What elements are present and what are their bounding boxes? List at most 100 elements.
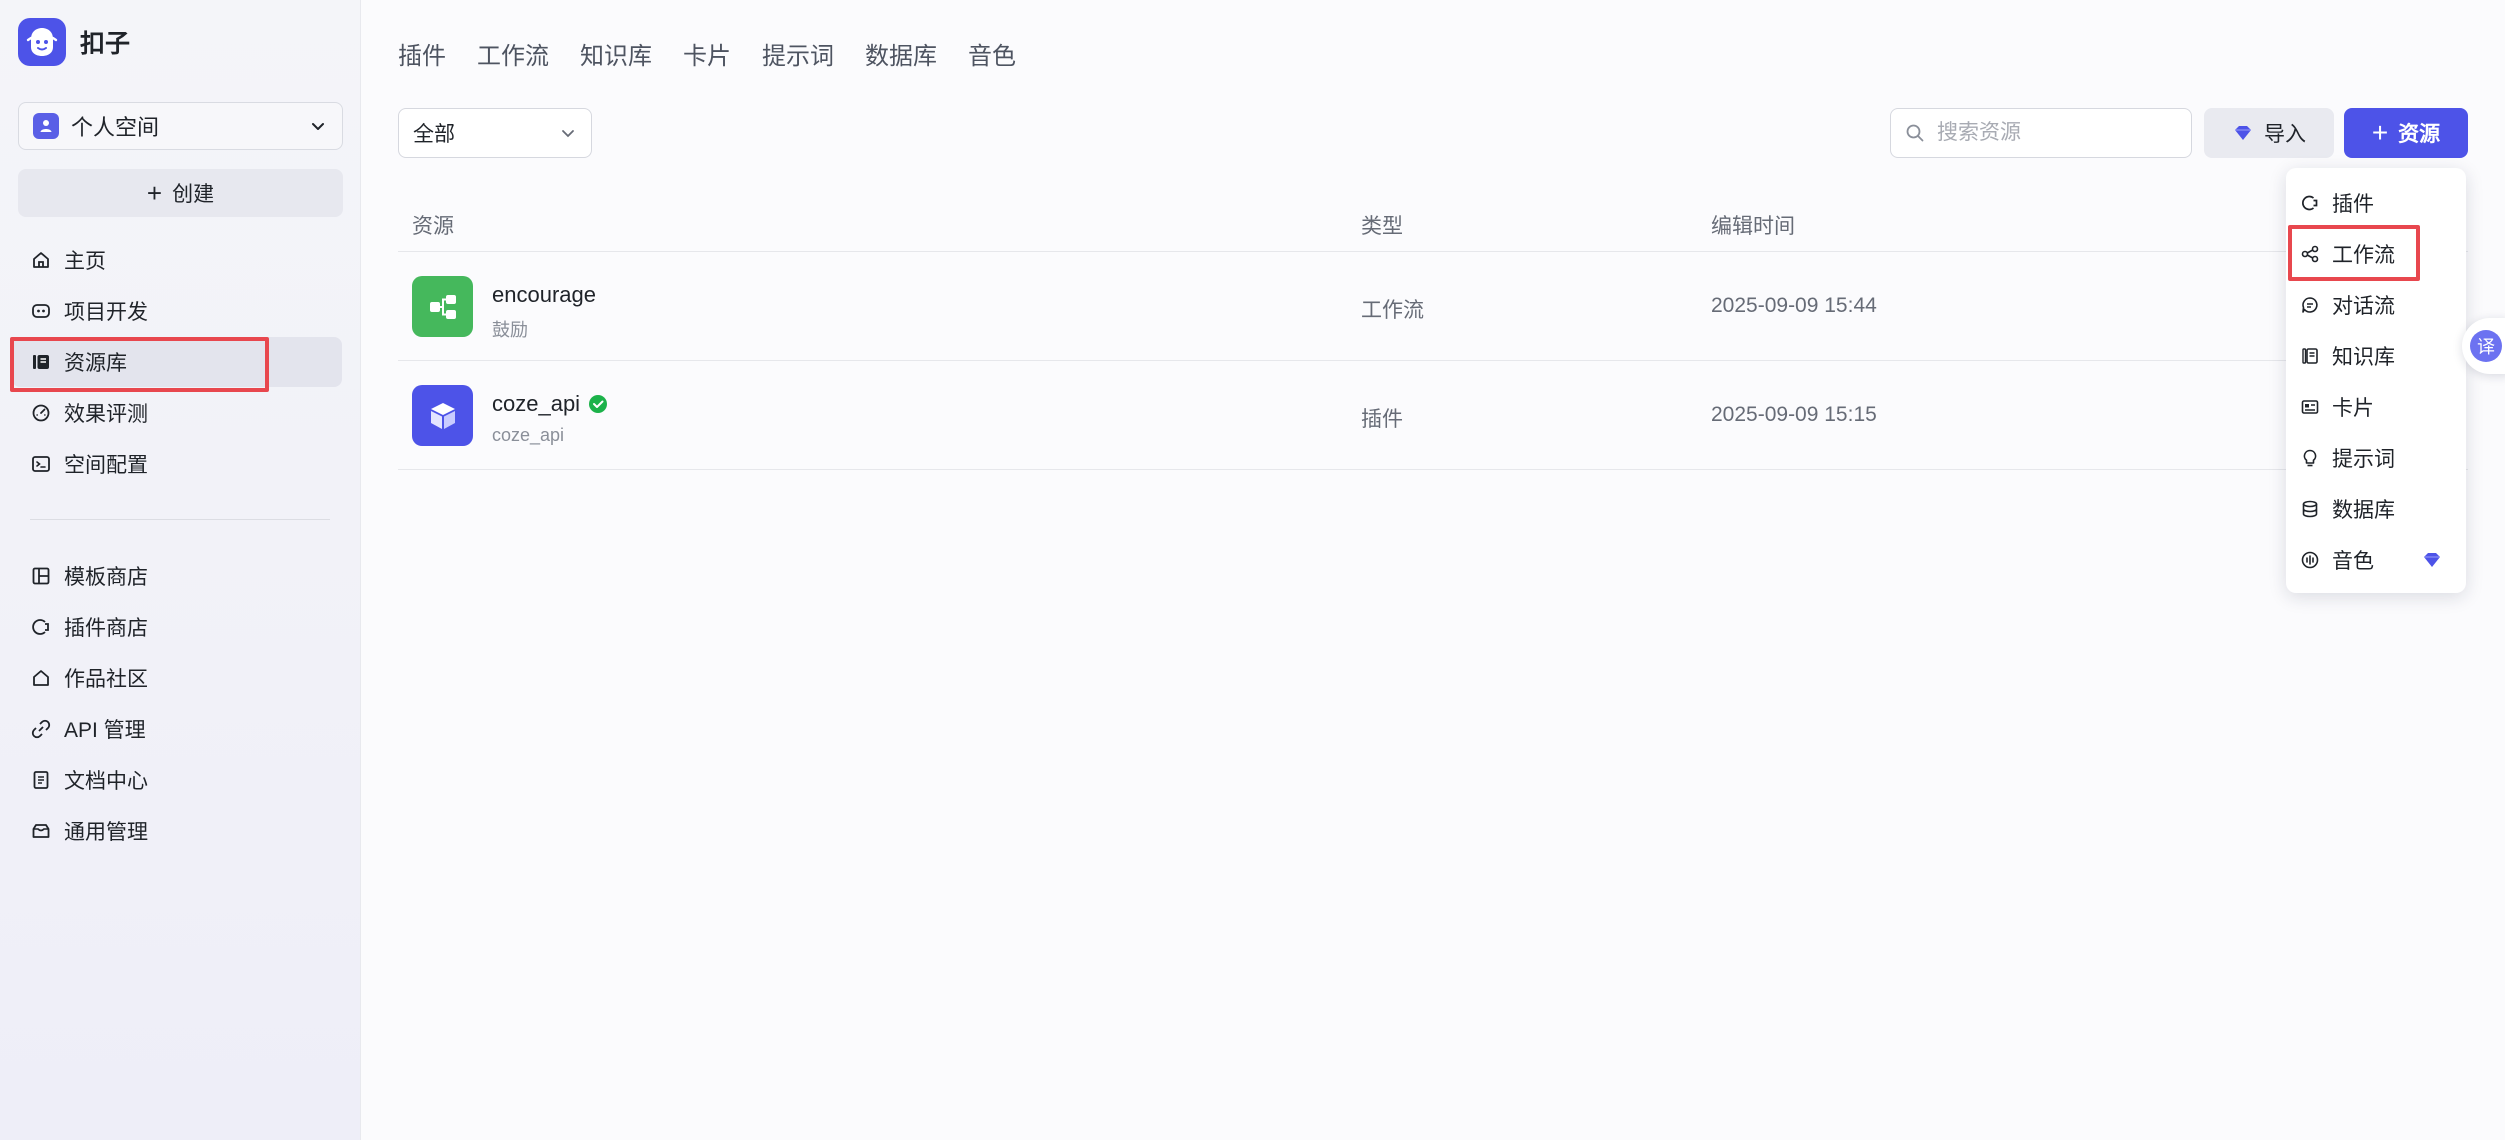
sidebar-item-label: 文档中心 (64, 770, 148, 793)
main-content: 插件 工作流 知识库 卡片 提示词 数据库 音色 全部 搜索资源 导入 + 资源… (362, 0, 2505, 1140)
tab-plugin[interactable]: 插件 (398, 36, 446, 71)
sidebar-item-docs[interactable]: 文档中心 (12, 755, 342, 805)
menu-item-label: 提示词 (2332, 447, 2395, 471)
search-input[interactable] (1937, 121, 2177, 145)
resource-name: encourage (492, 282, 596, 307)
sidebar-item-label: 插件商店 (64, 617, 148, 640)
sidebar-item-label: 模板商店 (64, 566, 148, 589)
sidebar-item-label: API 管理 (64, 719, 146, 742)
sidebar-item-label: 空间配置 (64, 454, 148, 477)
sidebar-item-library[interactable]: 资源库 (12, 337, 342, 387)
menu-item-prompt[interactable]: 提示词 (2286, 432, 2466, 483)
create-button[interactable]: + 创建 (18, 169, 343, 217)
resource-description: 鼓励 (492, 320, 528, 340)
app-window: 扣子 个人空间 + 创建 主页 项目开发 资源库 效果评测 空间配置 模板商店 … (0, 0, 2505, 1140)
brand-name: 扣子 (80, 30, 131, 58)
menu-item-database[interactable]: 数据库 (2286, 483, 2466, 534)
diamond-premium-icon (2424, 553, 2440, 567)
diamond-premium-icon (2235, 126, 2251, 140)
sidebar-item-evaluation[interactable]: 效果评测 (12, 388, 342, 438)
config-icon (30, 453, 52, 475)
plugin-icon (30, 616, 52, 638)
evaluation-icon (30, 402, 52, 424)
sidebar-item-community[interactable]: 作品社区 (12, 653, 342, 703)
sidebar: 扣子 个人空间 + 创建 主页 项目开发 资源库 效果评测 空间配置 模板商店 … (0, 0, 361, 1140)
tab-voice[interactable]: 音色 (968, 36, 1016, 71)
menu-item-chatflow[interactable]: 对话流 (2286, 279, 2466, 330)
home-icon (30, 249, 52, 271)
tab-prompt[interactable]: 提示词 (762, 36, 834, 71)
table-row[interactable]: coze_api coze_api 插件 2025-09-09 15:15 (398, 361, 2468, 470)
voice-icon (2301, 551, 2319, 568)
verified-check-icon (589, 395, 608, 413)
search-icon (1906, 124, 1924, 142)
search-box[interactable] (1890, 108, 2192, 158)
tab-card[interactable]: 卡片 (683, 36, 731, 71)
library-icon (30, 351, 52, 373)
menu-item-label: 对话流 (2332, 294, 2395, 318)
tab-database[interactable]: 数据库 (865, 36, 937, 71)
chatflow-icon (2302, 296, 2318, 313)
table-row[interactable]: encourage 鼓励 工作流 2025-09-09 15:44 (398, 252, 2468, 361)
resource-type: 插件 (1361, 408, 1403, 431)
sidebar-item-label: 通用管理 (64, 821, 148, 844)
header-type: 类型 (1361, 215, 1403, 238)
resource-name: coze_api (492, 391, 608, 417)
header-edit-time: 编辑时间 (1711, 215, 1795, 238)
document-icon (30, 769, 52, 791)
sidebar-divider (30, 519, 330, 520)
add-resource-menu: 插件 工作流 对话流 知识库 卡片 提示词 数据库 音色 (2286, 168, 2466, 593)
plugin-cube-icon (412, 385, 473, 446)
sidebar-item-projects[interactable]: 项目开发 (12, 286, 342, 336)
sidebar-item-plugin-store[interactable]: 插件商店 (12, 602, 342, 652)
resource-type: 工作流 (1361, 299, 1424, 322)
menu-item-card[interactable]: 卡片 (2286, 381, 2466, 432)
type-filter-select[interactable]: 全部 (398, 108, 592, 158)
import-button[interactable]: 导入 (2204, 108, 2334, 158)
resource-tabs: 插件 工作流 知识库 卡片 提示词 数据库 音色 (398, 36, 1016, 71)
workflow-icon (412, 276, 473, 337)
tab-workflow[interactable]: 工作流 (477, 36, 549, 71)
add-resource-label: 资源 (2398, 123, 2441, 146)
database-icon (2302, 500, 2318, 517)
menu-item-voice[interactable]: 音色 (2286, 534, 2466, 585)
brand[interactable]: 扣子 (18, 18, 130, 66)
sidebar-item-config[interactable]: 空间配置 (12, 439, 342, 489)
sidebar-item-manage[interactable]: 通用管理 (12, 806, 342, 856)
sidebar-item-home[interactable]: 主页 (12, 235, 342, 285)
manage-icon (30, 820, 52, 842)
sidebar-item-label: 效果评测 (64, 403, 148, 426)
api-icon (30, 718, 52, 740)
resource-description: coze_api (492, 425, 565, 445)
sidebar-item-api[interactable]: API 管理 (12, 704, 342, 754)
coze-logo-icon (18, 18, 66, 66)
resource-table: 资源 类型 编辑时间 encourage 鼓励 工作流 2025-09-09 1… (398, 190, 2468, 470)
card-icon (2301, 399, 2319, 414)
workspace-name: 个人空间 (71, 115, 160, 140)
resource-edit-time: 2025-09-09 15:44 (1711, 294, 1877, 317)
tab-knowledge[interactable]: 知识库 (580, 36, 652, 71)
user-icon (33, 113, 59, 139)
translate-icon: 译 (2470, 330, 2502, 362)
menu-item-label: 工作流 (2332, 243, 2395, 267)
plugin-icon (2302, 195, 2318, 210)
sidebar-item-template-store[interactable]: 模板商店 (12, 551, 342, 601)
import-label: 导入 (2264, 123, 2306, 146)
knowledge-icon (2302, 347, 2318, 364)
add-resource-button[interactable]: + 资源 (2344, 108, 2468, 158)
sidebar-item-label: 资源库 (64, 352, 127, 375)
menu-item-plugin[interactable]: 插件 (2286, 177, 2466, 228)
sidebar-item-label: 作品社区 (64, 668, 148, 691)
plus-icon: + (2371, 117, 2389, 148)
primary-nav: 主页 项目开发 资源库 效果评测 空间配置 (12, 235, 342, 490)
filter-value: 全部 (413, 123, 455, 146)
chevron-down-icon (562, 130, 574, 138)
header-resource: 资源 (412, 215, 454, 238)
menu-item-knowledge[interactable]: 知识库 (2286, 330, 2466, 381)
plus-icon: + (146, 178, 163, 208)
create-label: 创建 (172, 183, 215, 206)
sidebar-item-label: 项目开发 (64, 301, 148, 324)
workspace-selector[interactable]: 个人空间 (18, 102, 343, 150)
menu-item-label: 音色 (2332, 549, 2374, 573)
menu-item-workflow[interactable]: 工作流 (2286, 228, 2466, 279)
